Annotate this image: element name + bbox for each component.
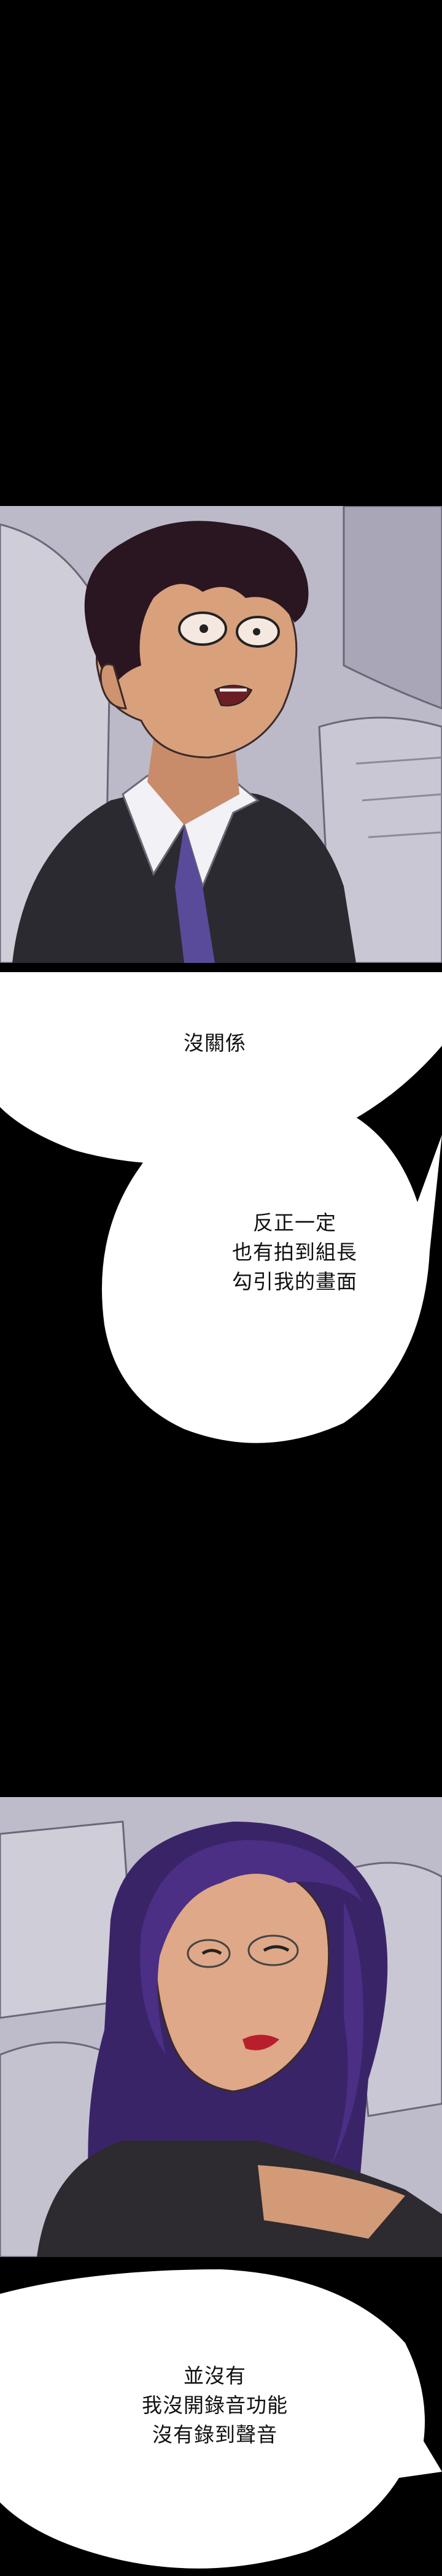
- comic-strip: 沒關係 反正一定 也有拍到組長 勾引我的畫面 並沒有 我沒開錄音功能 沒有錄到聲…: [0, 0, 442, 2576]
- bubble-line: 勾引我的畫面: [232, 1270, 357, 1294]
- panel-woman-with-glasses: [0, 1797, 442, 2257]
- bubble-line: 沒關係: [184, 1031, 246, 1055]
- speech-bubble-3: 並沒有 我沒開錄音功能 沒有錄到聲音: [0, 2269, 442, 2576]
- bubble-line: 反正一定: [253, 1211, 336, 1235]
- speech-bubble-2: 反正一定 也有拍到組長 勾引我的畫面: [0, 1079, 442, 1460]
- man-illustration: [0, 506, 442, 963]
- woman-illustration: [0, 1797, 442, 2257]
- panel-man-with-glasses: [0, 506, 442, 963]
- bubble-1-text: 沒關係: [153, 1029, 276, 1058]
- bubble-3-text: 並沒有 我沒開錄音功能 沒有錄到聲音: [117, 2361, 313, 2450]
- bubble-line: 也有拍到組長: [232, 1240, 357, 1264]
- bubble-line: 並沒有: [184, 2364, 246, 2388]
- bubble-line: 我沒開錄音功能: [142, 2393, 288, 2417]
- bubble-2-text: 反正一定 也有拍到組長 勾引我的畫面: [203, 1208, 387, 1297]
- bubble-line: 沒有錄到聲音: [152, 2423, 277, 2447]
